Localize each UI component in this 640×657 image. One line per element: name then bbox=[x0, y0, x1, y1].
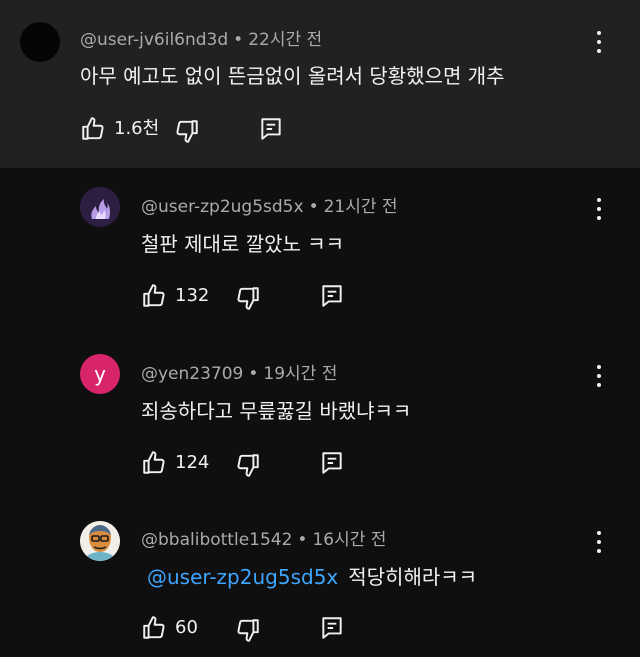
comment-meta: @user-zp2ug5sd5x • 21시간 전 bbox=[141, 192, 398, 217]
like-count: 1.6천 bbox=[114, 118, 160, 139]
author-name[interactable]: @yen23709 bbox=[141, 364, 243, 384]
like-icon[interactable] bbox=[80, 116, 106, 142]
more-options-button[interactable] bbox=[589, 194, 609, 224]
avatar[interactable] bbox=[20, 22, 60, 62]
comment-meta: @user-jv6il6nd3d • 22시간 전 bbox=[80, 25, 322, 50]
like-icon[interactable] bbox=[141, 615, 167, 641]
comment-text: 아무 예고도 없이 뜬금없이 올려서 당황했으면 개추 bbox=[80, 64, 505, 88]
dislike-icon[interactable] bbox=[235, 452, 261, 478]
comment-reply: @bbalibottle1542 • 16시간 전 @user-zp2ug5sd5x… bbox=[0, 503, 640, 657]
comment-reply: y @yen23709 • 19시간 전 죄송하다고 무릎꿇길 바랬냐ㅋㅋ 124 bbox=[0, 336, 640, 503]
more-options-button[interactable] bbox=[589, 527, 609, 557]
avatar[interactable] bbox=[80, 521, 120, 561]
comment-meta: @bbalibottle1542 • 16시간 전 bbox=[141, 525, 386, 550]
like-count: 124 bbox=[175, 452, 210, 473]
timestamp: 21시간 전 bbox=[323, 197, 398, 217]
like-icon[interactable] bbox=[141, 450, 167, 476]
author-name[interactable]: @user-jv6il6nd3d bbox=[80, 30, 228, 50]
comment-reply: @user-zp2ug5sd5x • 21시간 전 철판 제대로 깔았노 ㅋㅋ 13… bbox=[0, 168, 640, 336]
reply-icon[interactable] bbox=[319, 615, 345, 641]
comment-text: @user-zp2ug5sd5x 적당히해라ㅋㅋ bbox=[147, 561, 477, 590]
dislike-icon[interactable] bbox=[174, 118, 200, 144]
avatar[interactable]: y bbox=[80, 354, 120, 394]
meta-separator: • bbox=[233, 30, 244, 50]
like-icon[interactable] bbox=[141, 283, 167, 309]
purple-flame-avatar-icon bbox=[80, 187, 120, 227]
timestamp: 19시간 전 bbox=[263, 364, 338, 384]
author-name[interactable]: @user-zp2ug5sd5x bbox=[141, 197, 304, 217]
comment-text-body: 적당히해라ㅋㅋ bbox=[348, 565, 478, 589]
reply-icon[interactable] bbox=[319, 450, 345, 476]
timestamp: 16시간 전 bbox=[312, 530, 387, 550]
cartoon-man-avatar-icon bbox=[80, 521, 120, 561]
dislike-icon[interactable] bbox=[235, 285, 261, 311]
avatar[interactable] bbox=[80, 187, 120, 227]
reply-icon[interactable] bbox=[258, 116, 284, 142]
like-count: 132 bbox=[175, 285, 210, 306]
timestamp: 22시간 전 bbox=[248, 30, 323, 50]
mention-link[interactable]: @user-zp2ug5sd5x bbox=[147, 565, 338, 589]
meta-separator: • bbox=[248, 364, 259, 384]
more-options-button[interactable] bbox=[589, 361, 609, 391]
dislike-icon[interactable] bbox=[235, 617, 261, 643]
comment-meta: @yen23709 • 19시간 전 bbox=[141, 359, 337, 384]
author-name[interactable]: @bbalibottle1542 bbox=[141, 530, 292, 550]
meta-separator: • bbox=[308, 197, 319, 217]
comments-thread: @user-jv6il6nd3d • 22시간 전 아무 예고도 없이 뜬금없이 올… bbox=[0, 0, 640, 657]
comment-text: 죄송하다고 무릎꿇길 바랬냐ㅋㅋ bbox=[141, 399, 412, 423]
more-options-button[interactable] bbox=[589, 27, 609, 57]
comment-text: 철판 제대로 깔았노 ㅋㅋ bbox=[141, 232, 345, 256]
meta-separator: • bbox=[297, 530, 308, 550]
avatar-letter: y bbox=[94, 362, 106, 386]
comment-top-level: @user-jv6il6nd3d • 22시간 전 아무 예고도 없이 뜬금없이 올… bbox=[0, 0, 640, 168]
reply-icon[interactable] bbox=[319, 283, 345, 309]
like-count: 60 bbox=[175, 617, 198, 638]
